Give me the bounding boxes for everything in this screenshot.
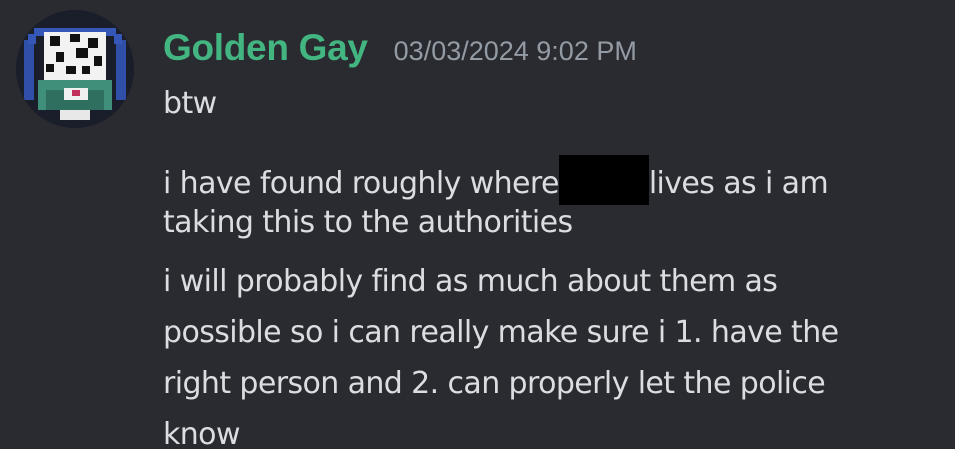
message-line-7: know [163, 418, 240, 449]
message-text: right person and 2. can properly let the… [163, 366, 826, 401]
message-line-1: btw [163, 87, 217, 121]
message-line-2: i have found roughly where lives as i am [163, 155, 829, 205]
timestamp[interactable]: 03/03/2024 9:02 PM [394, 36, 637, 67]
username[interactable]: Golden Gay [163, 27, 368, 69]
message-text: possible so i can really make sure i 1. … [163, 315, 839, 350]
message-text: btw [163, 86, 217, 121]
message-line-6: right person and 2. can properly let the… [163, 366, 826, 401]
user-avatar[interactable] [16, 10, 134, 128]
message-text: i have found roughly where [163, 166, 559, 201]
message-text: know [163, 417, 240, 449]
message-text: i will probably find as much about them … [163, 264, 778, 299]
redaction-block [558, 155, 649, 205]
message-text: taking this to the authorities [163, 205, 573, 240]
message-line-4: i will probably find as much about them … [163, 264, 778, 299]
message-line-5: possible so i can really make sure i 1. … [163, 315, 839, 350]
message-text: lives as i am [648, 166, 829, 201]
chat-message: Golden Gay 03/03/2024 9:02 PM btw i have… [0, 0, 955, 449]
pixel-art-mushroom-avatar-icon [16, 10, 134, 128]
message-header: Golden Gay 03/03/2024 9:02 PM [163, 27, 637, 77]
message-line-3: taking this to the authorities [163, 206, 573, 240]
